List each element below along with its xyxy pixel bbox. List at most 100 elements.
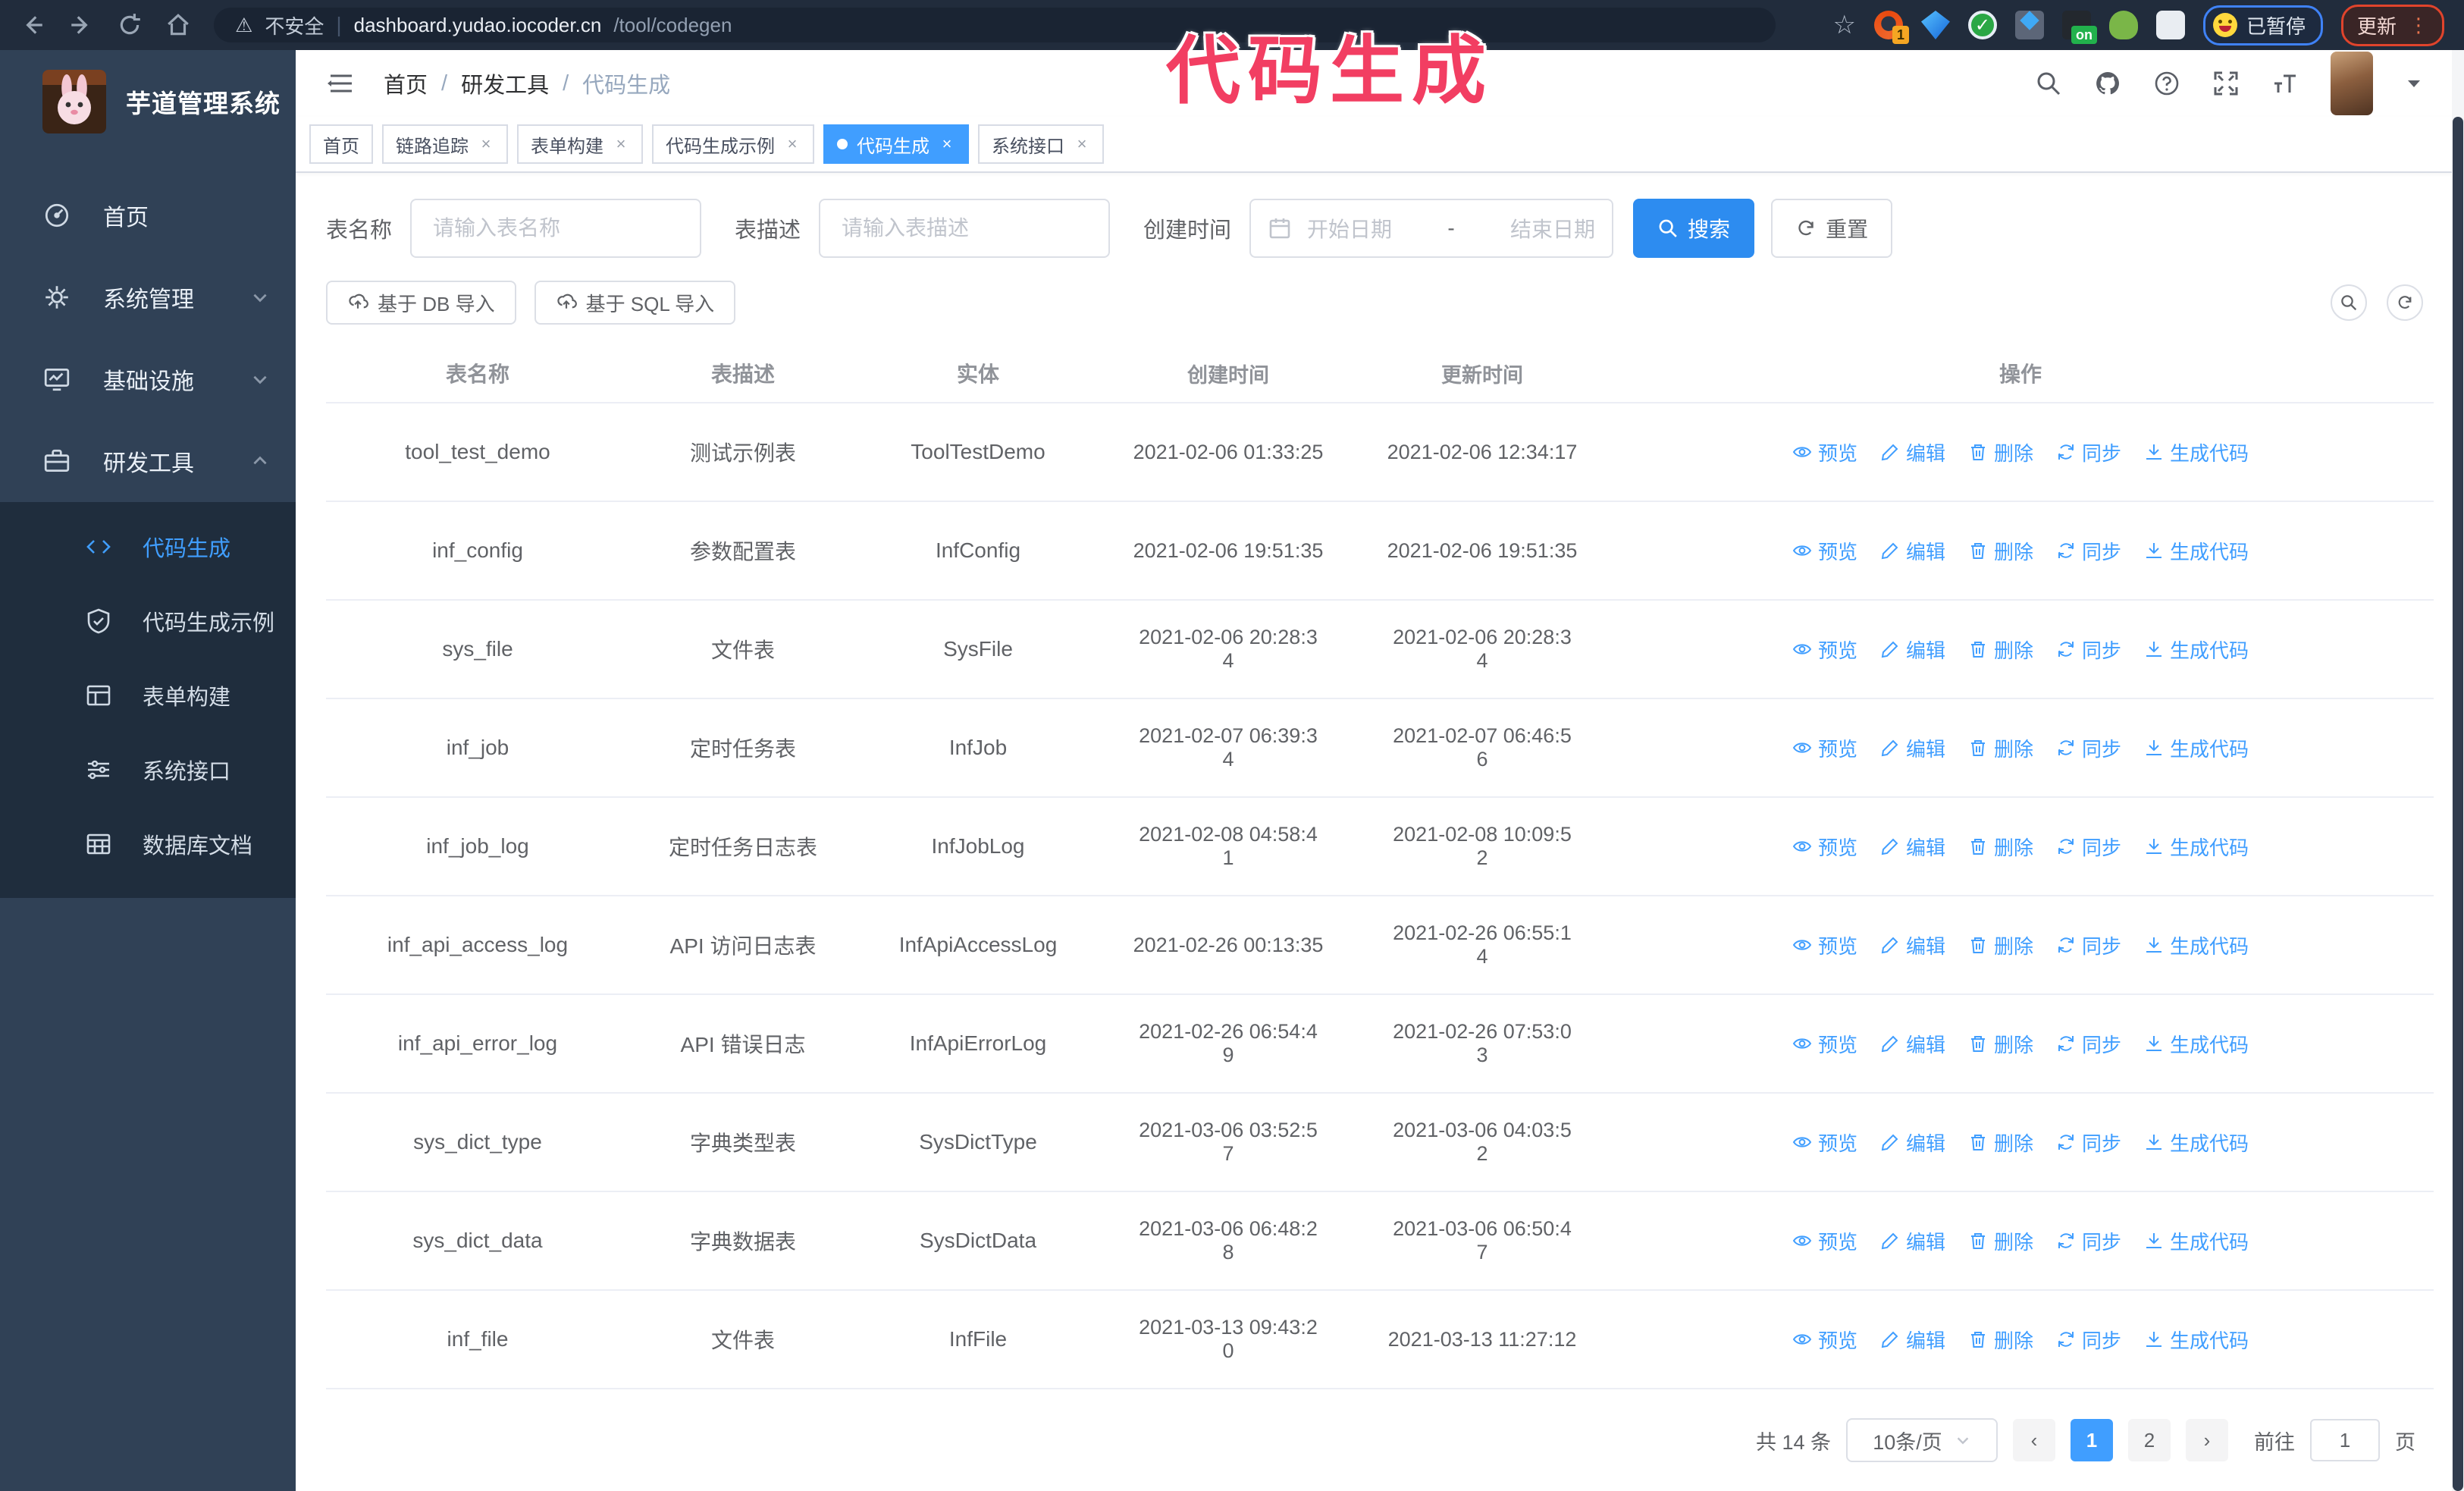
generate-code-link[interactable]: 生成代码 — [2144, 1326, 2249, 1354]
tab-codegen[interactable]: 代码生成 × — [823, 124, 969, 164]
caret-down-icon[interactable] — [2405, 74, 2423, 93]
reset-button[interactable]: 重置 — [1771, 199, 1893, 258]
sync-link[interactable]: 同步 — [2056, 1128, 2121, 1157]
edit-link[interactable]: 编辑 — [1880, 1227, 1945, 1255]
preview-link[interactable]: 预览 — [1792, 1227, 1857, 1255]
delete-link[interactable]: 删除 — [1968, 1227, 2033, 1255]
breadcrumb-home[interactable]: 首页 — [384, 67, 428, 99]
tab-trace[interactable]: 链路追踪 × — [382, 124, 508, 164]
sidebar-item-devtools[interactable]: 研发工具 — [0, 420, 296, 502]
breadcrumb-devtools[interactable]: 研发工具 — [461, 67, 549, 99]
sync-link[interactable]: 同步 — [2056, 537, 2121, 565]
preview-link[interactable]: 预览 — [1792, 1128, 1857, 1157]
address-bar[interactable]: ⚠ 不安全 | dashboard.yudao.iocoder.cn/tool/… — [214, 8, 1776, 42]
close-icon[interactable]: × — [939, 134, 955, 154]
paused-pill[interactable]: 已暂停 — [2202, 5, 2323, 46]
delete-link[interactable]: 删除 — [1968, 1030, 2033, 1058]
search-icon[interactable] — [2035, 70, 2062, 97]
sync-link[interactable]: 同步 — [2056, 931, 2121, 959]
tab-home[interactable]: 首页 — [309, 124, 373, 164]
back-icon[interactable] — [20, 12, 45, 38]
reload-icon[interactable] — [117, 12, 143, 38]
sidebar-item-infra[interactable]: 基础设施 — [0, 338, 296, 420]
scrollbar-thumb[interactable] — [2453, 117, 2463, 1491]
page-scrollbar[interactable] — [2452, 50, 2464, 1491]
close-icon[interactable]: × — [613, 134, 629, 154]
page-1-button[interactable]: 1 — [2071, 1419, 2113, 1461]
sync-link[interactable]: 同步 — [2056, 1326, 2121, 1354]
sidebar-item-system-api[interactable]: 系统接口 — [0, 733, 296, 807]
tab-system-api[interactable]: 系统接口 × — [978, 124, 1104, 164]
tab-codegen-demo[interactable]: 代码生成示例 × — [652, 124, 814, 164]
preview-link[interactable]: 预览 — [1792, 636, 1857, 664]
close-icon[interactable]: × — [1074, 134, 1090, 154]
delete-link[interactable]: 删除 — [1968, 833, 2033, 861]
sync-link[interactable]: 同步 — [2056, 438, 2121, 466]
extensions-puzzle-icon[interactable] — [2155, 11, 2185, 39]
extension-bug-icon[interactable] — [2108, 11, 2138, 39]
sync-link[interactable]: 同步 — [2056, 734, 2121, 762]
generate-code-link[interactable]: 生成代码 — [2144, 1227, 2249, 1255]
generate-code-link[interactable]: 生成代码 — [2144, 537, 2249, 565]
sidebar-item-system[interactable]: 系统管理 — [0, 256, 296, 338]
text-size-icon[interactable] — [2271, 70, 2299, 97]
sidebar-item-codegen-demo[interactable]: 代码生成示例 — [0, 584, 296, 658]
generate-code-link[interactable]: 生成代码 — [2144, 438, 2249, 466]
edit-link[interactable]: 编辑 — [1880, 1030, 1945, 1058]
sync-link[interactable]: 同步 — [2056, 833, 2121, 861]
help-icon[interactable] — [2153, 70, 2180, 97]
delete-link[interactable]: 删除 — [1968, 438, 2033, 466]
import-db-button[interactable]: 基于 DB 导入 — [326, 281, 516, 325]
update-button[interactable]: 更新 ⋮ — [2340, 4, 2444, 46]
avatar[interactable] — [2331, 52, 2373, 115]
generate-code-link[interactable]: 生成代码 — [2144, 734, 2249, 762]
edit-link[interactable]: 编辑 — [1880, 734, 1945, 762]
preview-link[interactable]: 预览 — [1792, 833, 1857, 861]
edit-link[interactable]: 编辑 — [1880, 931, 1945, 959]
next-page-button[interactable]: › — [2186, 1419, 2228, 1461]
preview-link[interactable]: 预览 — [1792, 438, 1857, 466]
home-icon[interactable] — [165, 12, 191, 38]
app-logo-row[interactable]: 芋道管理系统 — [0, 50, 296, 153]
extension-gem-icon[interactable] — [1920, 11, 1950, 39]
sync-link[interactable]: 同步 — [2056, 1030, 2121, 1058]
prev-page-button[interactable]: ‹ — [2013, 1419, 2055, 1461]
forward-icon[interactable] — [68, 12, 94, 38]
sync-link[interactable]: 同步 — [2056, 1227, 2121, 1255]
import-sql-button[interactable]: 基于 SQL 导入 — [534, 281, 736, 325]
generate-code-link[interactable]: 生成代码 — [2144, 931, 2249, 959]
goto-page-input[interactable] — [2310, 1419, 2380, 1461]
extension-octopus-icon[interactable]: 1 — [1873, 11, 1909, 44]
date-range-picker[interactable]: 开始日期 - 结束日期 — [1249, 199, 1614, 258]
preview-link[interactable]: 预览 — [1792, 734, 1857, 762]
sidebar-item-form-builder[interactable]: 表单构建 — [0, 658, 296, 733]
generate-code-link[interactable]: 生成代码 — [2144, 636, 2249, 664]
hamburger-icon[interactable] — [326, 68, 356, 99]
sidebar-item-db-doc[interactable]: 数据库文档 — [0, 807, 296, 881]
generate-code-link[interactable]: 生成代码 — [2144, 1128, 2249, 1157]
sidebar-item-codegen[interactable]: 代码生成 — [0, 510, 296, 584]
extension-check-icon[interactable]: ✓ — [1967, 11, 1997, 39]
preview-link[interactable]: 预览 — [1792, 537, 1857, 565]
generate-code-link[interactable]: 生成代码 — [2144, 833, 2249, 861]
close-icon[interactable]: × — [478, 134, 494, 154]
preview-link[interactable]: 预览 — [1792, 931, 1857, 959]
preview-link[interactable]: 预览 — [1792, 1326, 1857, 1354]
edit-link[interactable]: 编辑 — [1880, 537, 1945, 565]
delete-link[interactable]: 删除 — [1968, 734, 2033, 762]
refresh-button[interactable] — [2387, 284, 2423, 321]
browser-menu-dots-icon[interactable]: ⋮ — [2409, 15, 2428, 36]
close-icon[interactable]: × — [784, 134, 801, 154]
preview-link[interactable]: 预览 — [1792, 1030, 1857, 1058]
search-button[interactable]: 搜索 — [1633, 199, 1755, 258]
tab-form-builder[interactable]: 表单构建 × — [517, 124, 643, 164]
bookmark-star-icon[interactable]: ☆ — [1832, 10, 1855, 40]
page-2-button[interactable]: 2 — [2128, 1419, 2171, 1461]
table-desc-input[interactable] — [819, 199, 1111, 258]
sidebar-item-home[interactable]: 首页 — [0, 174, 296, 256]
extension-grid-icon[interactable] — [2014, 11, 2044, 39]
delete-link[interactable]: 删除 — [1968, 636, 2033, 664]
edit-link[interactable]: 编辑 — [1880, 1326, 1945, 1354]
page-size-select[interactable]: 10条/页 — [1846, 1418, 1998, 1462]
delete-link[interactable]: 删除 — [1968, 1128, 2033, 1157]
